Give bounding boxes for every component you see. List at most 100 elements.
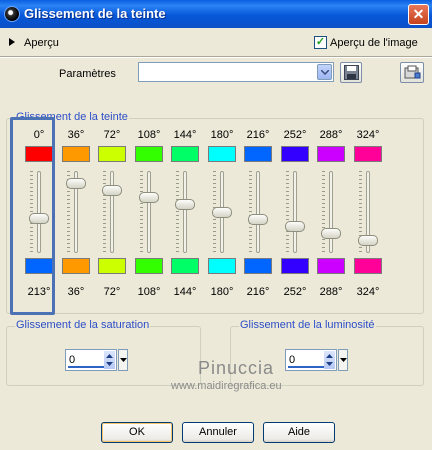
target-color-swatch <box>244 258 272 274</box>
help-button[interactable]: Aide <box>263 422 335 443</box>
hue-target-angle: 252° <box>283 286 307 298</box>
selected-column-highlight <box>10 117 55 315</box>
hue-source-angle: 288° <box>319 129 343 141</box>
hue-source-angle: 144° <box>173 129 197 141</box>
luminosity-spinner[interactable] <box>324 351 335 369</box>
slider-ticks <box>103 171 106 253</box>
saturation-group: Glissement de la saturation 0 <box>6 319 201 386</box>
hue-slider-track[interactable] <box>256 171 260 253</box>
hue-slider-thumb[interactable] <box>212 207 232 218</box>
hue-slider-track[interactable] <box>329 171 333 253</box>
luminosity-underline <box>288 366 324 368</box>
slider-ticks <box>286 171 289 253</box>
saturation-legend: Glissement de la saturation <box>15 319 151 331</box>
hue-source-angle: 216° <box>246 129 270 141</box>
hue-target-angle: 180° <box>210 286 234 298</box>
hue-source-angle: 108° <box>137 129 161 141</box>
params-dropdown[interactable] <box>138 62 334 82</box>
hue-column: 144° 144° <box>165 119 205 315</box>
ok-button[interactable]: OK <box>101 422 173 443</box>
source-color-swatch <box>208 146 236 162</box>
hue-target-angle: 108° <box>137 286 161 298</box>
target-color-swatch <box>281 258 309 274</box>
hue-slider-thumb[interactable] <box>358 235 378 246</box>
params-label: Paramètres <box>59 68 116 80</box>
target-color-swatch <box>317 258 345 274</box>
hue-source-angle: 180° <box>210 129 234 141</box>
hue-slider-thumb[interactable] <box>102 185 122 196</box>
hue-slider-thumb[interactable] <box>66 178 86 189</box>
hue-slider-track[interactable] <box>183 171 187 253</box>
saturation-underline <box>68 366 104 368</box>
hue-column: 324° 324° <box>348 119 388 315</box>
luminosity-value: 0 <box>289 354 296 366</box>
luminosity-input[interactable]: 0 <box>285 349 337 371</box>
preview-label[interactable]: Aperçu <box>24 37 59 49</box>
chevron-down-icon <box>120 358 127 362</box>
image-preview-checkbox[interactable]: ✓ <box>314 36 327 49</box>
saturation-spinner[interactable] <box>104 351 115 369</box>
floppy-disk-icon <box>344 65 359 80</box>
image-preview-label[interactable]: Aperçu de l'image <box>330 37 418 49</box>
app-icon <box>4 6 20 22</box>
hue-slider-thumb[interactable] <box>321 228 341 239</box>
hue-slider-thumb[interactable] <box>139 192 159 203</box>
hue-source-angle: 324° <box>356 129 380 141</box>
spinner-arrows-icon <box>326 354 333 366</box>
separator <box>0 56 432 58</box>
source-color-swatch <box>354 146 382 162</box>
save-preset-button[interactable] <box>340 62 362 83</box>
window-title: Glissement de la teinte <box>24 6 166 21</box>
preview-expand-icon[interactable] <box>9 38 15 46</box>
source-color-swatch <box>317 146 345 162</box>
hue-column: 216° 216° <box>238 119 278 315</box>
hue-slider-thumb[interactable] <box>285 221 305 232</box>
target-color-swatch <box>98 258 126 274</box>
source-color-swatch <box>62 146 90 162</box>
hue-slider-track[interactable] <box>147 171 151 253</box>
hue-column: 252° 252° <box>275 119 315 315</box>
source-color-swatch <box>98 146 126 162</box>
source-color-swatch <box>281 146 309 162</box>
source-color-swatch <box>135 146 163 162</box>
hue-column: 288° 288° <box>311 119 351 315</box>
hue-slider-track[interactable] <box>293 171 297 253</box>
hue-column: 72° 72° <box>92 119 132 315</box>
saturation-dropdown-button[interactable] <box>118 349 128 371</box>
slider-ticks <box>176 171 179 253</box>
hue-source-angle: 252° <box>283 129 307 141</box>
watermark-name: Pinuccia <box>198 358 275 378</box>
chevron-down-icon[interactable] <box>317 64 332 80</box>
hue-column: 36° 36° <box>56 119 96 315</box>
hue-slider-thumb[interactable] <box>248 214 268 225</box>
hue-source-angle: 72° <box>103 129 121 141</box>
close-button[interactable]: ✕ <box>408 4 429 25</box>
slider-ticks <box>322 171 325 253</box>
hue-slider-thumb[interactable] <box>175 199 195 210</box>
target-color-swatch <box>135 258 163 274</box>
target-color-swatch <box>62 258 90 274</box>
hue-target-angle: 144° <box>173 286 197 298</box>
target-color-swatch <box>171 258 199 274</box>
title-bar: Glissement de la teinte ✕ <box>0 0 432 28</box>
hue-slider-track[interactable] <box>110 171 114 253</box>
luminosity-dropdown-button[interactable] <box>338 349 348 371</box>
hue-column: 180° 180° <box>202 119 242 315</box>
target-color-swatch <box>354 258 382 274</box>
cancel-button[interactable]: Annuler <box>182 422 254 443</box>
saturation-value: 0 <box>69 354 76 366</box>
saturation-input[interactable]: 0 <box>65 349 117 371</box>
hue-target-angle: 216° <box>246 286 270 298</box>
chevron-down-icon <box>340 358 347 362</box>
hue-column: 108° 108° <box>129 119 169 315</box>
slider-ticks <box>249 171 252 253</box>
hue-source-angle: 36° <box>67 129 85 141</box>
hue-target-angle: 36° <box>67 286 85 298</box>
luminosity-legend: Glissement de la luminosité <box>239 319 376 331</box>
hue-target-angle: 288° <box>319 286 343 298</box>
source-color-swatch <box>171 146 199 162</box>
spinner-arrows-icon <box>106 354 113 366</box>
load-preset-button[interactable] <box>400 62 424 83</box>
slider-ticks <box>140 171 143 253</box>
open-preset-icon <box>404 65 421 79</box>
